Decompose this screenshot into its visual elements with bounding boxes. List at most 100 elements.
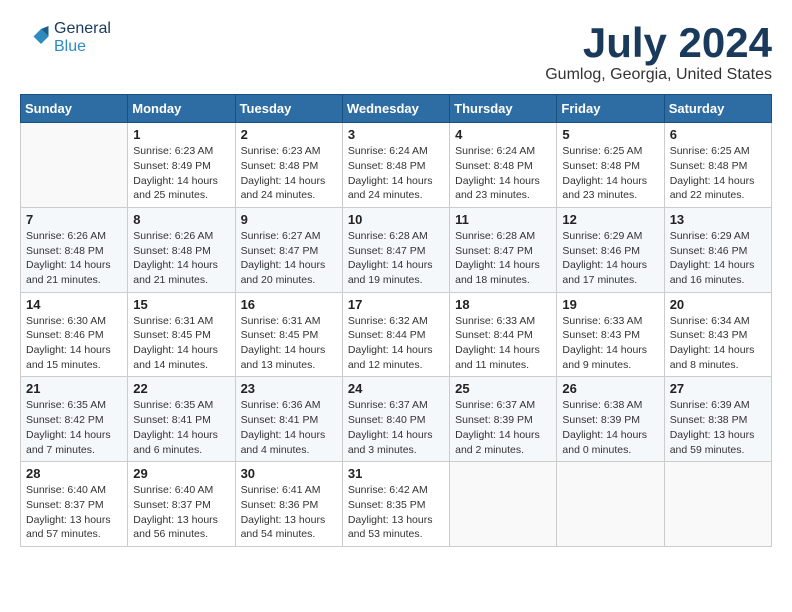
logo-icon [20,23,50,53]
weekday-header-sunday: Sunday [21,95,128,123]
calendar-week-row: 21 Sunrise: 6:35 AM Sunset: 8:42 PM Dayli… [21,377,772,462]
calendar-cell [21,123,128,208]
day-number: 8 [133,212,229,227]
weekday-header-saturday: Saturday [664,95,771,123]
day-info: Sunrise: 6:25 AM Sunset: 8:48 PM Dayligh… [562,144,658,203]
calendar-cell: 1 Sunrise: 6:23 AM Sunset: 8:49 PM Daylig… [128,123,235,208]
calendar-cell: 13Sunrise: 6:29 AM Sunset: 8:46 PM Dayli… [664,207,771,292]
day-info: Sunrise: 6:28 AM Sunset: 8:47 PM Dayligh… [455,229,551,288]
day-info: Sunrise: 6:29 AM Sunset: 8:46 PM Dayligh… [562,229,658,288]
calendar-cell: 31 Sunrise: 6:42 AM Sunset: 8:35 PM Dayli… [342,462,449,547]
day-number: 4 [455,127,551,142]
day-info: Sunrise: 6:31 AM Sunset: 8:45 PM Dayligh… [133,314,229,373]
day-number: 26 [562,381,658,396]
calendar-cell: 21 Sunrise: 6:35 AM Sunset: 8:42 PM Dayli… [21,377,128,462]
day-info: Sunrise: 6:40 AM Sunset: 8:37 PM Dayligh… [133,483,229,542]
calendar-cell: 17Sunrise: 6:32 AM Sunset: 8:44 PM Dayli… [342,292,449,377]
day-number: 27 [670,381,766,396]
day-info: Sunrise: 6:42 AM Sunset: 8:35 PM Dayligh… [348,483,444,542]
calendar-cell: 16Sunrise: 6:31 AM Sunset: 8:45 PM Dayli… [235,292,342,377]
calendar-cell: 8 Sunrise: 6:26 AM Sunset: 8:48 PM Daylig… [128,207,235,292]
day-number: 25 [455,381,551,396]
day-number: 6 [670,127,766,142]
calendar-cell: 22Sunrise: 6:35 AM Sunset: 8:41 PM Dayli… [128,377,235,462]
day-info: Sunrise: 6:35 AM Sunset: 8:42 PM Dayligh… [26,398,122,457]
weekday-header-monday: Monday [128,95,235,123]
day-info: Sunrise: 6:25 AM Sunset: 8:48 PM Dayligh… [670,144,766,203]
day-info: Sunrise: 6:26 AM Sunset: 8:48 PM Dayligh… [26,229,122,288]
calendar-cell: 12 Sunrise: 6:29 AM Sunset: 8:46 PM Dayli… [557,207,664,292]
weekday-header-tuesday: Tuesday [235,95,342,123]
calendar-table: SundayMondayTuesdayWednesdayThursdayFrid… [20,94,772,547]
calendar-cell [450,462,557,547]
weekday-header-thursday: Thursday [450,95,557,123]
calendar-cell: 9Sunrise: 6:27 AM Sunset: 8:47 PM Daylig… [235,207,342,292]
day-number: 30 [241,466,337,481]
day-number: 1 [133,127,229,142]
day-number: 18 [455,297,551,312]
day-info: Sunrise: 6:28 AM Sunset: 8:47 PM Dayligh… [348,229,444,288]
calendar-cell [557,462,664,547]
calendar-week-row: 1 Sunrise: 6:23 AM Sunset: 8:49 PM Daylig… [21,123,772,208]
day-info: Sunrise: 6:26 AM Sunset: 8:48 PM Dayligh… [133,229,229,288]
calendar-cell: 15 Sunrise: 6:31 AM Sunset: 8:45 PM Dayli… [128,292,235,377]
calendar-cell: 28Sunrise: 6:40 AM Sunset: 8:37 PM Dayli… [21,462,128,547]
day-number: 11 [455,212,551,227]
location: Gumlog, Georgia, United States [545,66,772,84]
day-number: 12 [562,212,658,227]
day-number: 21 [26,381,122,396]
calendar-week-row: 14 Sunrise: 6:30 AM Sunset: 8:46 PM Dayli… [21,292,772,377]
day-info: Sunrise: 6:30 AM Sunset: 8:46 PM Dayligh… [26,314,122,373]
day-number: 19 [562,297,658,312]
day-info: Sunrise: 6:23 AM Sunset: 8:49 PM Dayligh… [133,144,229,203]
logo-text: General Blue [54,20,111,56]
calendar-week-row: 28Sunrise: 6:40 AM Sunset: 8:37 PM Dayli… [21,462,772,547]
calendar-cell: 20 Sunrise: 6:34 AM Sunset: 8:43 PM Dayli… [664,292,771,377]
day-info: Sunrise: 6:34 AM Sunset: 8:43 PM Dayligh… [670,314,766,373]
page-header: General Blue July 2024 Gumlog, Georgia, … [20,20,772,84]
calendar-cell: 6 Sunrise: 6:25 AM Sunset: 8:48 PM Daylig… [664,123,771,208]
day-info: Sunrise: 6:23 AM Sunset: 8:48 PM Dayligh… [241,144,337,203]
day-number: 17 [348,297,444,312]
day-info: Sunrise: 6:35 AM Sunset: 8:41 PM Dayligh… [133,398,229,457]
day-info: Sunrise: 6:37 AM Sunset: 8:39 PM Dayligh… [455,398,551,457]
title-block: July 2024 Gumlog, Georgia, United States [545,20,772,84]
day-number: 15 [133,297,229,312]
day-number: 20 [670,297,766,312]
day-number: 31 [348,466,444,481]
day-number: 29 [133,466,229,481]
day-number: 14 [26,297,122,312]
calendar-cell: 26 Sunrise: 6:38 AM Sunset: 8:39 PM Dayli… [557,377,664,462]
calendar-week-row: 7Sunrise: 6:26 AM Sunset: 8:48 PM Daylig… [21,207,772,292]
calendar-cell: 3Sunrise: 6:24 AM Sunset: 8:48 PM Daylig… [342,123,449,208]
day-info: Sunrise: 6:36 AM Sunset: 8:41 PM Dayligh… [241,398,337,457]
month-title: July 2024 [545,20,772,66]
calendar-cell: 25 Sunrise: 6:37 AM Sunset: 8:39 PM Dayli… [450,377,557,462]
calendar-cell: 23 Sunrise: 6:36 AM Sunset: 8:41 PM Dayli… [235,377,342,462]
calendar-cell: 18 Sunrise: 6:33 AM Sunset: 8:44 PM Dayli… [450,292,557,377]
weekday-header-friday: Friday [557,95,664,123]
weekday-header-row: SundayMondayTuesdayWednesdayThursdayFrid… [21,95,772,123]
calendar-cell: 10Sunrise: 6:28 AM Sunset: 8:47 PM Dayli… [342,207,449,292]
calendar-cell: 30Sunrise: 6:41 AM Sunset: 8:36 PM Dayli… [235,462,342,547]
day-info: Sunrise: 6:38 AM Sunset: 8:39 PM Dayligh… [562,398,658,457]
day-number: 5 [562,127,658,142]
day-number: 9 [241,212,337,227]
logo: General Blue [20,20,111,56]
calendar-cell: 4 Sunrise: 6:24 AM Sunset: 8:48 PM Daylig… [450,123,557,208]
calendar-cell: 29 Sunrise: 6:40 AM Sunset: 8:37 PM Dayli… [128,462,235,547]
calendar-cell: 19Sunrise: 6:33 AM Sunset: 8:43 PM Dayli… [557,292,664,377]
day-number: 2 [241,127,337,142]
day-info: Sunrise: 6:40 AM Sunset: 8:37 PM Dayligh… [26,483,122,542]
calendar-cell: 5 Sunrise: 6:25 AM Sunset: 8:48 PM Daylig… [557,123,664,208]
calendar-cell [664,462,771,547]
day-info: Sunrise: 6:37 AM Sunset: 8:40 PM Dayligh… [348,398,444,457]
day-info: Sunrise: 6:33 AM Sunset: 8:44 PM Dayligh… [455,314,551,373]
day-info: Sunrise: 6:24 AM Sunset: 8:48 PM Dayligh… [455,144,551,203]
day-number: 23 [241,381,337,396]
day-info: Sunrise: 6:29 AM Sunset: 8:46 PM Dayligh… [670,229,766,288]
calendar-cell: 24Sunrise: 6:37 AM Sunset: 8:40 PM Dayli… [342,377,449,462]
day-info: Sunrise: 6:31 AM Sunset: 8:45 PM Dayligh… [241,314,337,373]
calendar-cell: 27Sunrise: 6:39 AM Sunset: 8:38 PM Dayli… [664,377,771,462]
calendar-cell: 7Sunrise: 6:26 AM Sunset: 8:48 PM Daylig… [21,207,128,292]
